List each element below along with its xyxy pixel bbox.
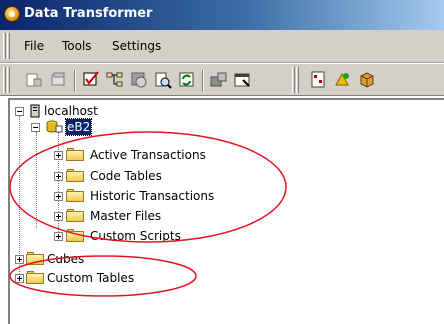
tree-node-folder[interactable]: Master Files xyxy=(52,208,292,224)
toolbar-grip-3[interactable] xyxy=(292,67,295,93)
report-icon[interactable] xyxy=(310,71,328,89)
open-icon[interactable] xyxy=(50,71,68,89)
expand-icon[interactable] xyxy=(54,151,63,160)
expand-icon[interactable] xyxy=(54,172,63,181)
folder-icon xyxy=(26,271,44,284)
tree-node-localhost[interactable]: localhost xyxy=(12,103,212,119)
tree-node-label: Active Transactions xyxy=(90,148,206,162)
preview-icon[interactable] xyxy=(154,71,172,89)
cube-icon[interactable] xyxy=(358,71,376,89)
folder-icon xyxy=(66,229,84,242)
tree-icon[interactable] xyxy=(106,71,124,89)
tree-node-custom-tables[interactable]: Custom Tables xyxy=(12,270,212,286)
toolbar-grip-2 xyxy=(7,67,10,93)
folder-icon xyxy=(66,209,84,222)
tree-node-label: Custom Tables xyxy=(47,271,135,285)
window-title: Data Transformer xyxy=(24,6,153,21)
app-icon xyxy=(4,6,20,22)
tree-node-cubes[interactable]: Cubes xyxy=(12,251,212,267)
folder-icon xyxy=(66,169,84,182)
menu-tools[interactable]: Tools xyxy=(62,39,92,53)
tree-view[interactable]: localhost eB2 Active Transactions Code T… xyxy=(8,98,444,324)
server-icon xyxy=(30,104,40,118)
toolbar-grip-4 xyxy=(296,67,299,93)
expand-icon[interactable] xyxy=(54,212,63,221)
properties-icon[interactable] xyxy=(234,71,252,89)
tree-node-label: Master Files xyxy=(90,209,162,223)
expand-icon[interactable] xyxy=(54,192,63,201)
toolbar xyxy=(0,63,444,96)
tree-connector xyxy=(36,132,38,228)
sync-icon[interactable] xyxy=(178,71,196,89)
tree-node-label: Custom Scripts xyxy=(90,229,181,243)
tree-node-folder[interactable]: Code Tables xyxy=(52,168,292,184)
export-icon[interactable] xyxy=(210,71,228,89)
collapse-icon[interactable] xyxy=(31,123,40,132)
tree-node-folder[interactable]: Active Transactions xyxy=(52,147,292,163)
toolbar-grip[interactable] xyxy=(3,67,6,93)
menu-file[interactable]: File xyxy=(24,39,44,53)
database-icon xyxy=(46,120,63,133)
expand-icon[interactable] xyxy=(15,255,24,264)
tree-node-folder[interactable]: Historic Transactions xyxy=(52,188,292,204)
menu-settings[interactable]: Settings xyxy=(112,39,161,53)
tree-node-label: localhost xyxy=(44,104,98,118)
expand-icon[interactable] xyxy=(15,274,24,283)
menubar-grip-2 xyxy=(7,33,10,59)
tree-node-label: eB2 xyxy=(64,118,93,136)
toolbar-separator xyxy=(74,70,76,92)
folder-icon xyxy=(66,148,84,161)
build-icon[interactable] xyxy=(334,71,352,89)
menu-bar: File Tools Settings xyxy=(0,30,444,63)
new-icon[interactable] xyxy=(24,71,42,89)
tree-node-label: Code Tables xyxy=(90,169,162,183)
check-icon[interactable] xyxy=(82,71,100,89)
folder-icon xyxy=(26,252,44,265)
tree-node-database[interactable]: eB2 xyxy=(28,118,128,136)
refresh-icon[interactable] xyxy=(130,71,148,89)
toolbar-separator xyxy=(202,70,204,92)
tree-node-label: Cubes xyxy=(47,252,85,266)
folder-icon xyxy=(66,189,84,202)
tree-node-label: Historic Transactions xyxy=(90,189,215,203)
title-bar: Data Transformer xyxy=(0,0,444,30)
menubar-grip[interactable] xyxy=(3,33,6,59)
expand-icon[interactable] xyxy=(54,232,63,241)
tree-node-folder[interactable]: Custom Scripts xyxy=(52,228,292,244)
collapse-icon[interactable] xyxy=(15,107,24,116)
